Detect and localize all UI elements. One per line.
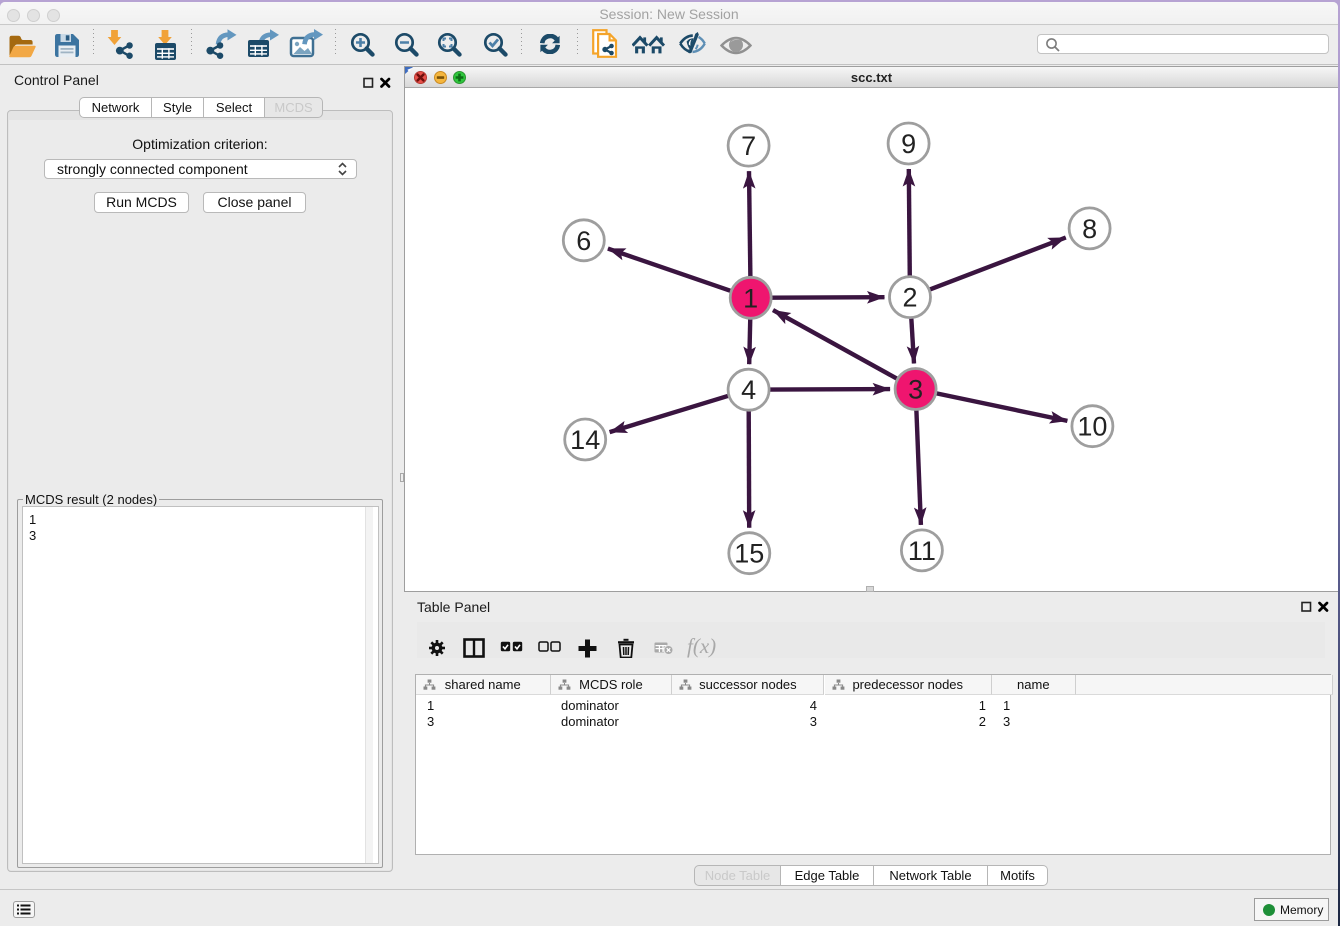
svg-text:6: 6 (576, 226, 591, 256)
svg-text:4: 4 (741, 375, 756, 405)
svg-text:14: 14 (570, 425, 600, 455)
svg-text:8: 8 (1082, 214, 1097, 244)
svg-text:11: 11 (908, 536, 936, 566)
svg-text:15: 15 (734, 539, 764, 569)
svg-text:10: 10 (1077, 412, 1107, 442)
svg-text:7: 7 (741, 131, 756, 161)
svg-text:1: 1 (743, 283, 758, 313)
svg-text:2: 2 (902, 283, 917, 313)
svg-text:9: 9 (901, 129, 916, 159)
svg-text:3: 3 (908, 375, 923, 405)
